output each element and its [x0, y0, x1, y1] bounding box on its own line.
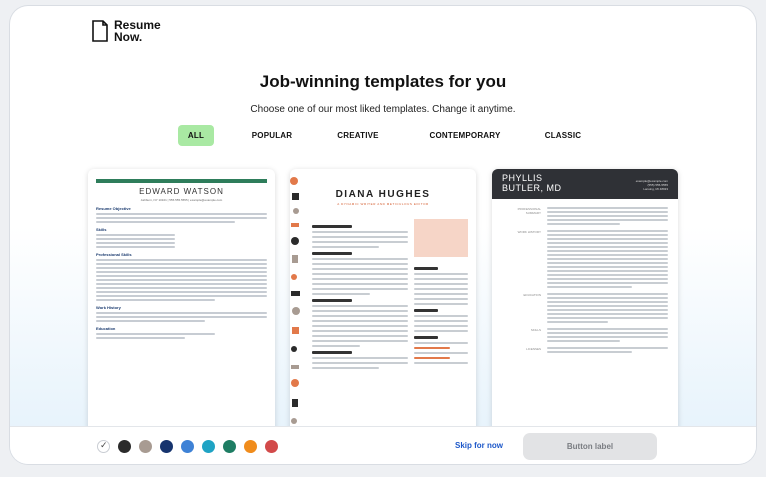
resume-section-heading: Education — [96, 326, 116, 331]
resume-side-column — [414, 263, 468, 367]
brand-name: Resume Now. — [114, 19, 161, 43]
resume-main-column — [312, 221, 408, 372]
tab-contemporary[interactable]: CONTEMPORARY — [420, 125, 510, 146]
section-label: EDUCATION — [523, 293, 541, 297]
decorative-pattern — [290, 177, 300, 424]
template-card-edward-watson[interactable]: EDWARD WATSON Ashburn, NY 10101 | 555.55… — [88, 169, 275, 437]
resume-tagline: A DYNAMIC WRITER AND METICULOUS EDITOR — [337, 202, 429, 206]
contact-box — [414, 219, 468, 257]
section-label: WORK HISTORY — [517, 230, 541, 234]
color-swatch-white[interactable] — [97, 440, 110, 453]
tab-creative[interactable]: CREATIVE — [328, 125, 388, 146]
brand-line2: Now. — [114, 30, 143, 44]
color-swatch-black[interactable] — [118, 440, 131, 453]
accent-bar — [96, 179, 267, 183]
color-swatch-orange[interactable] — [244, 440, 257, 453]
page-title: Job-winning templates for you — [259, 72, 507, 91]
section-label: PROFESSIONAL SUMMARY — [517, 207, 541, 215]
tab-popular[interactable]: POPULAR — [242, 125, 302, 146]
resume-section-heading: Skills — [96, 227, 107, 232]
brand-logo[interactable]: Resume Now. — [92, 19, 161, 43]
color-swatch-taupe[interactable] — [139, 440, 152, 453]
section-label: LICENSES — [526, 347, 541, 351]
color-swatch-blue[interactable] — [181, 440, 194, 453]
color-swatch-cyan[interactable] — [202, 440, 215, 453]
resume-section-heading: Work History — [96, 305, 121, 310]
resume-name: EDWARD WATSON — [139, 187, 224, 196]
document-logo-icon — [92, 20, 108, 42]
resume-contact: Ashburn, NY 10101 | 555.555.5555 | examp… — [140, 198, 223, 202]
app-frame: Resume Now. Job-winning templates for yo… — [10, 6, 756, 464]
skip-for-now-link[interactable]: Skip for now — [455, 441, 503, 450]
resume-section-heading: Professional Skills — [96, 252, 132, 257]
color-swatch-red[interactable] — [265, 440, 278, 453]
resume-section-heading: Resume Objective — [96, 206, 131, 211]
color-swatch-green[interactable] — [223, 440, 236, 453]
section-label: SKILLS — [530, 328, 541, 332]
color-swatch-navy[interactable] — [160, 440, 173, 453]
resume-body: PROFESSIONAL SUMMARY WORK HISTORY EDUCAT… — [492, 207, 678, 358]
resume-location: Lansing, MI 48933 — [643, 187, 668, 191]
tab-all[interactable]: ALL — [178, 125, 214, 146]
resume-contact: example@example.com (555) 555-5555 Lansi… — [636, 179, 668, 191]
page-subtitle: Choose one of our most liked templates. … — [250, 104, 516, 115]
bottom-action-bar: Skip for now Button label — [10, 426, 756, 464]
template-card-phyllis-butler[interactable]: PHYLLIS BUTLER, MD example@example.com (… — [492, 169, 678, 437]
template-card-diana-hughes[interactable]: DIANA HUGHES A DYNAMIC WRITER AND METICU… — [290, 169, 476, 437]
tab-classic[interactable]: CLASSIC — [538, 125, 588, 146]
resume-name: DIANA HUGHES — [335, 189, 431, 200]
template-filter-tabs: ALL POPULAR CREATIVE CONTEMPORARY CLASSI… — [10, 125, 756, 147]
resume-header: PHYLLIS BUTLER, MD example@example.com (… — [492, 169, 678, 199]
primary-action-button[interactable]: Button label — [523, 433, 657, 460]
